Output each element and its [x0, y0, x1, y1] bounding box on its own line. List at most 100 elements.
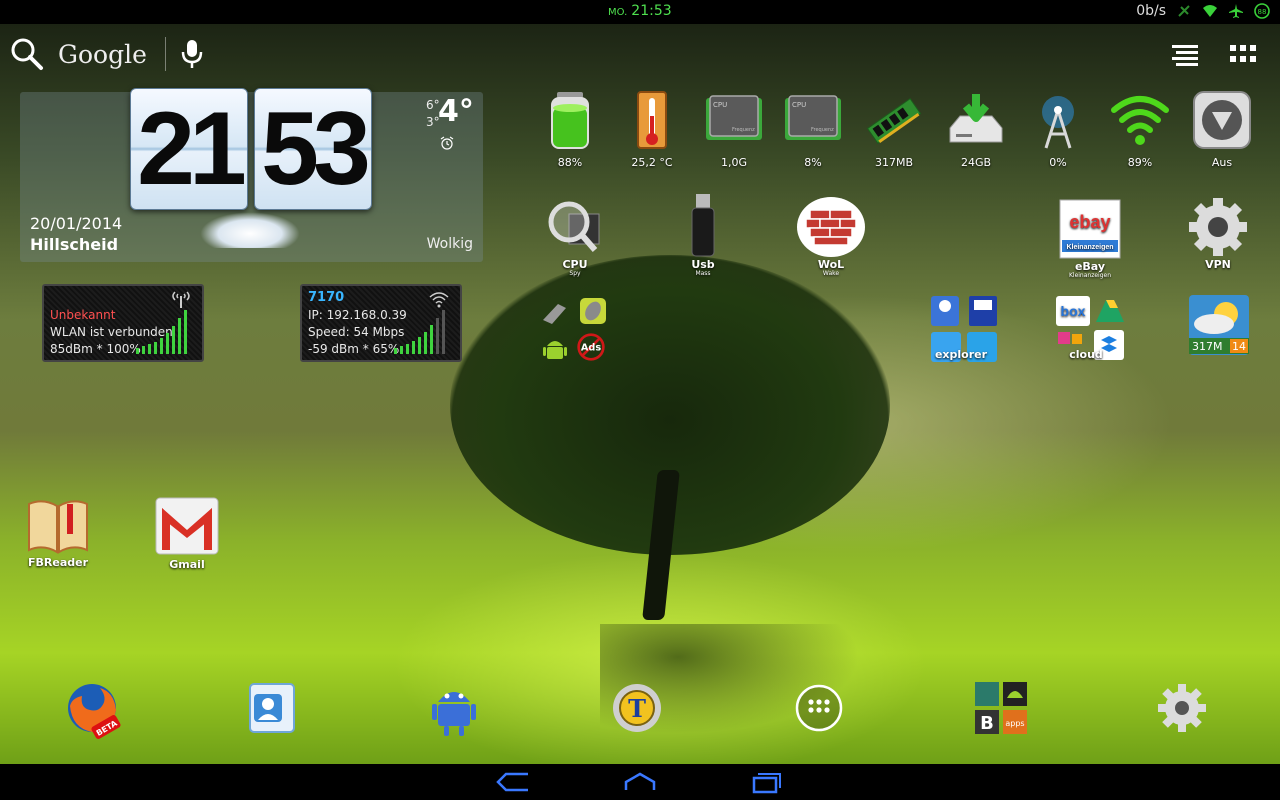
- weather-app-icon[interactable]: 317M 14: [1188, 294, 1250, 356]
- wol-app[interactable]: WoL Wake: [786, 196, 876, 277]
- battery-icon: 88: [1254, 3, 1270, 19]
- temperature-label: 25,2 °C: [631, 156, 673, 169]
- usb-mass-app[interactable]: Usb Mass: [658, 190, 748, 277]
- storage-icon: [949, 94, 1003, 143]
- google-search-bar[interactable]: Google: [10, 34, 204, 74]
- ebay-kleinanzeigen-icon: ebay Kleinanzeigen: [1059, 199, 1121, 259]
- wlan-widget-1[interactable]: Unbekannt WLAN ist verbunden 85dBm * 100…: [42, 284, 204, 362]
- wlan-signal: -59 dBm * 65%: [308, 342, 400, 356]
- cpu-spy-app[interactable]: CPU Spy: [530, 198, 620, 277]
- status-clock: MO. 21:53: [608, 3, 672, 19]
- clock-hours: 21: [130, 88, 248, 210]
- weather-app-right-text: 14: [1232, 340, 1246, 353]
- wifi-signal-widget[interactable]: 89%: [1105, 90, 1175, 169]
- contacts-icon[interactable]: [242, 680, 302, 740]
- box-logo-text: box: [1061, 303, 1086, 319]
- wlan-widget-2[interactable]: 7170 IP: 192.168.0.39 Speed: 54 Mbps -59…: [300, 284, 462, 362]
- mobile-data-widget[interactable]: 0%: [1023, 90, 1093, 169]
- fbreader-app[interactable]: FBReader: [13, 496, 103, 569]
- weather-condition: Wolkig: [426, 236, 473, 252]
- home-icon[interactable]: [620, 770, 660, 794]
- cpu-load-label: 8%: [804, 156, 822, 169]
- usb-stick-icon: [691, 194, 715, 257]
- clock-minutes: 53: [254, 88, 372, 210]
- temperature-widget[interactable]: 25,2 °C: [617, 90, 687, 169]
- status-bar[interactable]: MO. 21:53 0b/s 88: [0, 0, 1280, 24]
- settings-icon[interactable]: [1152, 680, 1212, 740]
- folder-b-letter: B: [980, 713, 994, 734]
- recents-icon[interactable]: [746, 770, 786, 794]
- antenna-icon: [172, 291, 190, 308]
- weather-app-left-text: 317M: [1192, 340, 1223, 353]
- gmail-icon: [155, 497, 219, 555]
- brick-wall-icon: [797, 197, 865, 257]
- gmail-app[interactable]: Gmail: [142, 494, 232, 571]
- cpu-freq-widget[interactable]: CPU Frequenz 1,0G: [699, 90, 769, 169]
- no-sync-icon: [1178, 5, 1190, 17]
- ram-label: 317MB: [874, 156, 914, 169]
- wifi-icon: [1203, 5, 1217, 17]
- google-label[interactable]: Google: [58, 40, 147, 69]
- signal-bars-icon: [136, 310, 187, 354]
- app-sublabel: Spy: [569, 270, 581, 277]
- search-divider: [164, 37, 166, 71]
- leaf-app-icon[interactable]: [578, 296, 608, 326]
- wlan-name: Unbekannt: [50, 308, 116, 322]
- android-tool-icon[interactable]: [424, 680, 484, 740]
- chip-label: CPU: [713, 101, 727, 109]
- battery-icon: [551, 92, 589, 149]
- ebay-logo-text: ebay: [1069, 212, 1110, 232]
- signal-bars-icon: [394, 310, 445, 354]
- app-sublabel: Wake: [822, 270, 840, 277]
- ebay-app[interactable]: ebay Kleinanzeigen eBay Kleinanzeigen: [1045, 198, 1135, 279]
- app-label: VPN: [1205, 258, 1231, 271]
- list-view-icon[interactable]: [1170, 40, 1200, 68]
- folder-apps-text: apps: [1005, 719, 1024, 728]
- widget-date: 20/01/2014: [30, 214, 123, 233]
- battery-widget[interactable]: 88%: [535, 90, 605, 169]
- titanium-backup-icon[interactable]: T: [607, 680, 667, 740]
- storage-label: 24GB: [960, 156, 992, 169]
- explorer-folder[interactable]: explorer: [916, 294, 1006, 377]
- app-grid-icon[interactable]: [1228, 40, 1258, 68]
- chip-sub-label: Frequenz: [811, 127, 834, 133]
- mic-icon[interactable]: [180, 39, 204, 69]
- wifi-signal-label: 89%: [1127, 156, 1153, 169]
- vpn-app[interactable]: VPN: [1173, 196, 1263, 271]
- cloud-folder[interactable]: box cloud: [1041, 294, 1131, 377]
- back-icon[interactable]: [494, 770, 534, 794]
- clock-weather-widget[interactable]: 21 53 20/01/2014 Hillscheid Wolkig 6° 3°…: [20, 88, 483, 262]
- ad-block-icon[interactable]: Ads: [576, 332, 606, 362]
- ram-widget[interactable]: 317MB: [859, 90, 929, 169]
- cpu-load-widget[interactable]: CPU Frequenz 8%: [778, 90, 848, 169]
- chip-label: CPU: [792, 101, 806, 109]
- cpu-freq-label: 1,0G: [720, 156, 748, 169]
- cpu-freq-icon: CPU Frequenz: [706, 95, 762, 140]
- apps-folder-icon[interactable]: Bapps: [971, 680, 1031, 740]
- auto-rotate-widget[interactable]: Aus: [1187, 90, 1257, 169]
- status-time: 21:53: [631, 3, 672, 19]
- app-sublabel: Mass: [695, 270, 711, 277]
- wrench-tool-icon[interactable]: [540, 296, 570, 326]
- ram-icon: [866, 98, 922, 144]
- folder-label: explorer: [934, 348, 988, 361]
- android-app-icon[interactable]: [540, 334, 570, 364]
- status-icons: 0b/s 88: [1136, 3, 1270, 19]
- app-label: FBReader: [27, 556, 88, 569]
- auto-rotate-label: Aus: [1211, 156, 1233, 169]
- battery-label: 88%: [557, 156, 583, 169]
- search-icon[interactable]: [10, 37, 44, 71]
- firefox-beta-icon[interactable]: BETA: [62, 680, 122, 740]
- storage-widget[interactable]: 24GB: [941, 90, 1011, 169]
- net-speed: 0b/s: [1136, 3, 1166, 19]
- book-icon: [28, 500, 88, 554]
- navigation-bar: [0, 764, 1280, 800]
- ads-text: Ads: [581, 343, 601, 354]
- current-temp: 4°: [438, 94, 474, 129]
- titanium-letter: T: [628, 694, 646, 723]
- vpn-gear-icon: [1189, 198, 1247, 256]
- top-right-icons: [1170, 40, 1258, 68]
- app-label: Gmail: [169, 558, 205, 571]
- thermometer-icon: [637, 91, 667, 149]
- app-drawer-icon[interactable]: [789, 680, 849, 740]
